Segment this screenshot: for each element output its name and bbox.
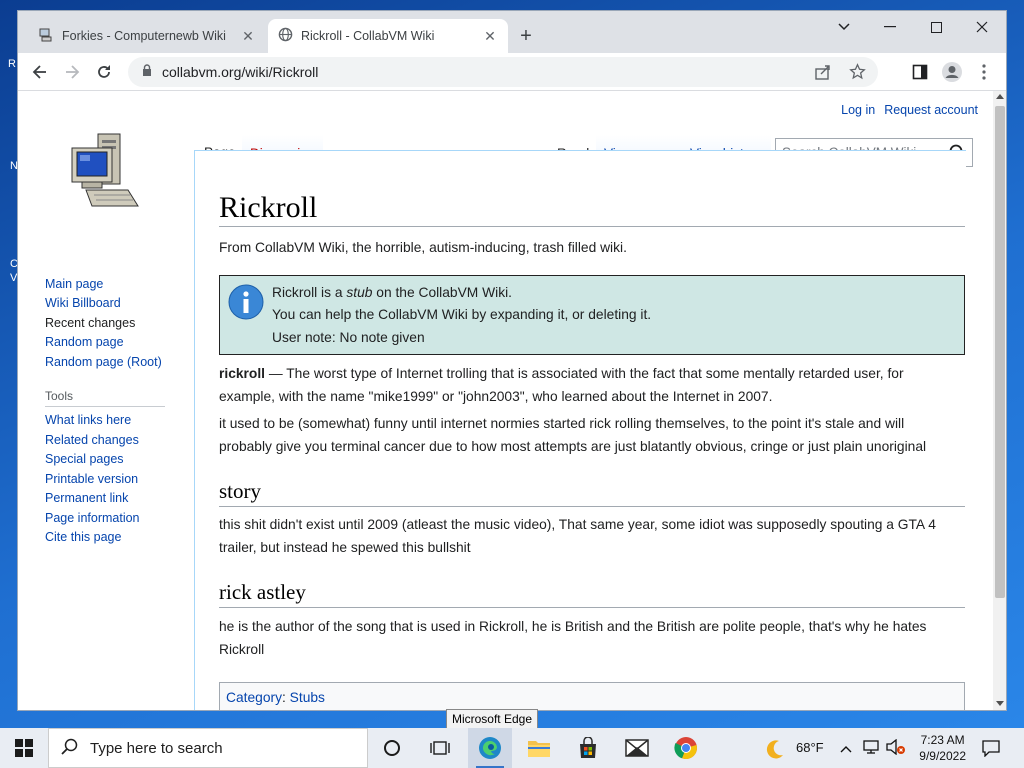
sidebar-item-random-page-root[interactable]: Random page (Root) (45, 355, 162, 369)
tab-forkies[interactable]: Forkies - Computernewb Wiki ✕ (28, 19, 266, 53)
bookmark-star-icon[interactable] (849, 63, 866, 83)
start-button[interactable] (2, 728, 46, 768)
share-icon[interactable] (814, 63, 832, 84)
clock-time: 7:23 AM (920, 733, 965, 747)
tools-cite-this-page[interactable]: Cite this page (45, 530, 121, 544)
maximize-icon[interactable] (913, 13, 959, 41)
tools-page-information[interactable]: Page information (45, 511, 140, 525)
back-arrow-icon[interactable] (27, 59, 53, 85)
browser-window: Forkies - Computernewb Wiki ✕ Rickroll -… (17, 10, 1007, 711)
cortana-icon[interactable] (370, 728, 414, 768)
scroll-down-arrow-icon[interactable] (996, 701, 1004, 706)
intro-text: — The worst type of Internet trolling th… (219, 366, 904, 404)
reload-icon[interactable] (91, 59, 117, 85)
tray-chevron-up-icon[interactable] (840, 740, 852, 758)
tools-special-pages[interactable]: Special pages (45, 452, 124, 466)
url-text: collabvm.org/wiki/Rickroll (162, 64, 319, 80)
close-tab-icon[interactable]: ✕ (240, 28, 256, 45)
new-tab-button[interactable]: + (514, 25, 538, 49)
tab-title: Rickroll - CollabVM Wiki (301, 29, 435, 43)
intro-paragraph: rickroll — The worst type of Internet tr… (219, 363, 957, 408)
scrollbar-thumb[interactable] (995, 106, 1005, 598)
minimize-icon[interactable] (867, 13, 913, 41)
browser-toolbar: collabvm.org/wiki/Rickroll (18, 53, 1006, 91)
rick-paragraph: he is the author of the song that is use… (219, 619, 927, 657)
tab-title: Forkies - Computernewb Wiki (62, 29, 226, 43)
taskbar-tooltip: Microsoft Edge (446, 709, 538, 729)
paragraph-2: it used to be (somewhat) funny until int… (219, 416, 927, 454)
category-box: Category: Stubs (219, 682, 965, 710)
page-title: Rickroll (219, 191, 965, 227)
more-menu-icon[interactable] (971, 59, 997, 85)
info-icon (228, 284, 264, 325)
desktop-icon-label[interactable]: R (8, 58, 16, 70)
category-label-link[interactable]: Category (226, 690, 282, 705)
sidebar-item-random-page[interactable]: Random page (45, 335, 124, 349)
tab-rickroll[interactable]: Rickroll - CollabVM Wiki ✕ (268, 19, 508, 53)
close-window-icon[interactable] (959, 13, 1005, 41)
category-stubs-link[interactable]: Stubs (290, 690, 325, 705)
mail-icon[interactable] (615, 728, 659, 768)
taskbar-search-placeholder: Type here to search (90, 739, 223, 757)
weather-moon-icon[interactable] (764, 738, 786, 765)
globe-icon (278, 27, 293, 45)
sidebar-item-main-page[interactable]: Main page (45, 277, 103, 291)
profile-avatar-icon[interactable] (939, 59, 965, 85)
file-explorer-icon[interactable] (517, 728, 561, 768)
taskbar-search-box[interactable]: Type here to search (48, 728, 368, 768)
page-scrollbar[interactable] (993, 91, 1006, 710)
network-icon[interactable] (862, 739, 880, 760)
tab-strip: Forkies - Computernewb Wiki ✕ Rickroll -… (18, 11, 1006, 53)
tools-heading: Tools (45, 389, 74, 403)
wiki-favicon-icon (38, 27, 54, 46)
stub-line-3: User note: No note given (272, 330, 425, 345)
login-link[interactable]: Log in (841, 103, 875, 117)
volume-muted-icon[interactable] (886, 738, 906, 760)
search-icon (61, 738, 78, 759)
personal-tools: Log in Request account (841, 103, 978, 117)
taskbar: Type here to search 68°F 7:23 AM 9/9/202… (0, 728, 1024, 768)
tools-printable-version[interactable]: Printable version (45, 472, 138, 486)
tools-related-changes[interactable]: Related changes (45, 433, 139, 447)
side-panel-icon[interactable] (907, 59, 933, 85)
tools-permanent-link[interactable]: Permanent link (45, 491, 128, 505)
close-tab-icon[interactable]: ✕ (482, 28, 498, 45)
tab-search-chevron-icon[interactable] (821, 13, 867, 41)
forward-arrow-icon[interactable] (59, 59, 85, 85)
notification-icon[interactable] (982, 739, 1000, 762)
site-tagline: From CollabVM Wiki, the horrible, autism… (219, 240, 627, 255)
edge-taskbar-icon[interactable] (468, 728, 512, 768)
stub-notice: Rickroll is a stub on the CollabVM Wiki.… (219, 275, 965, 355)
stub-line-1: Rickroll is a stub on the CollabVM Wiki. (272, 285, 513, 300)
windows-logo-icon (15, 739, 33, 757)
intro-bold-term: rickroll (219, 366, 266, 381)
sidebar-item-recent-changes[interactable]: Recent changes (45, 316, 135, 330)
address-bar[interactable]: collabvm.org/wiki/Rickroll (128, 57, 878, 87)
story-paragraph: this shit didn't exist until 2009 (atlea… (219, 517, 936, 555)
wiki-sidebar: Main page Wiki Billboard Recent changes … (18, 91, 194, 710)
section-heading-story: story (219, 479, 965, 507)
scroll-up-arrow-icon[interactable] (996, 94, 1004, 99)
weather-temp[interactable]: 68°F (796, 740, 824, 755)
web-page: Main page Wiki Billboard Recent changes … (18, 91, 992, 710)
wiki-logo[interactable] (68, 128, 144, 219)
stub-line-2: You can help the CollabVM Wiki by expand… (272, 307, 652, 322)
sidebar-item-wiki-billboard[interactable]: Wiki Billboard (45, 296, 121, 310)
divider (45, 406, 165, 407)
tools-what-links-here[interactable]: What links here (45, 413, 131, 427)
clock[interactable]: 7:23 AM 9/9/2022 (919, 732, 966, 764)
task-view-icon[interactable] (418, 728, 462, 768)
section-heading-rick-astley: rick astley (219, 580, 965, 608)
chrome-taskbar-icon[interactable] (664, 728, 708, 768)
lock-icon[interactable] (142, 64, 152, 80)
microsoft-store-icon[interactable] (566, 728, 610, 768)
clock-date: 9/9/2022 (919, 749, 966, 763)
request-account-link[interactable]: Request account (884, 103, 978, 117)
